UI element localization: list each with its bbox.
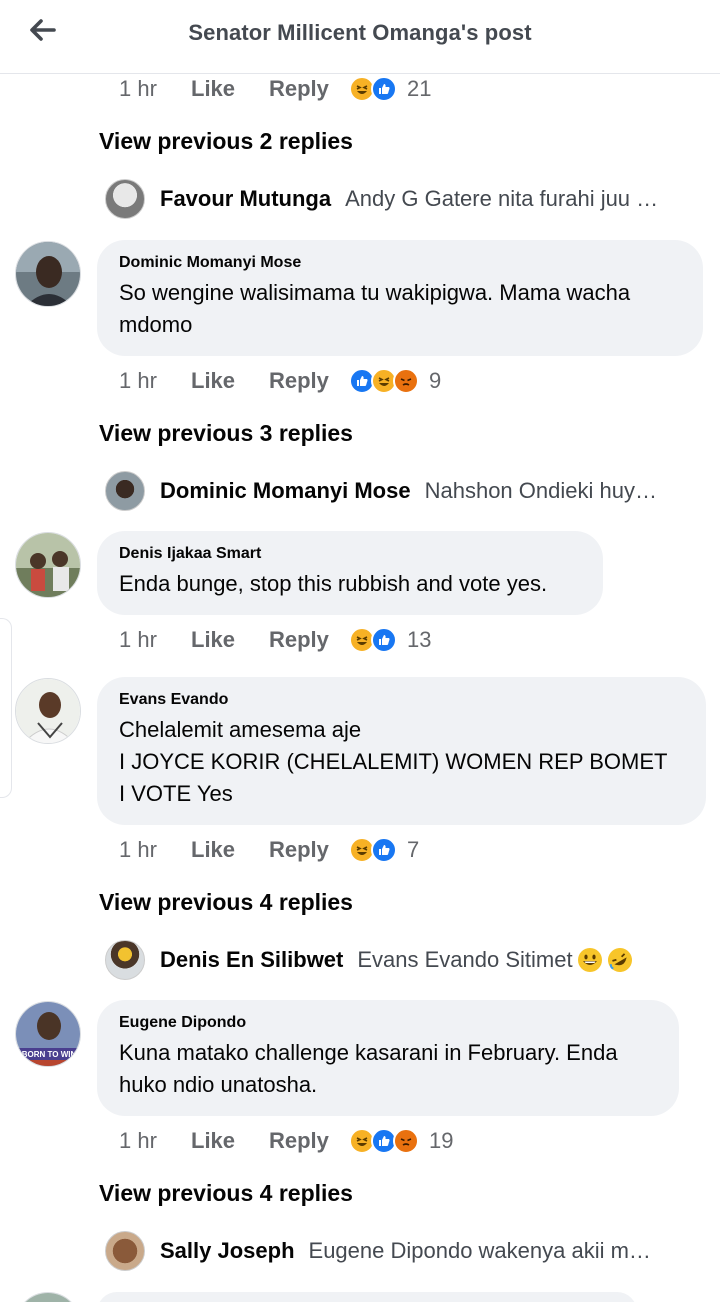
grinning-emoji-icon xyxy=(577,947,603,973)
comment-author[interactable]: Evans Evando xyxy=(119,691,684,709)
comment-bubble: Evans Evando Chelalemit amesema aje I JO… xyxy=(97,677,706,825)
reply-preview[interactable]: Dominic Momanyi Mose Nahshon Ondieki huy… xyxy=(105,470,705,512)
reaction-summary[interactable] xyxy=(349,837,397,863)
like-reaction-icon xyxy=(371,627,397,653)
comment-actions: 1 hr Like Reply 21 xyxy=(119,73,431,105)
comment-author[interactable]: Eugene Dipondo xyxy=(119,1014,657,1032)
view-previous-replies-link[interactable]: View previous 4 replies xyxy=(99,889,353,916)
avatar[interactable] xyxy=(15,678,81,744)
reply-author: Dominic Momanyi Mose xyxy=(160,478,411,503)
rofl-emoji-icon xyxy=(607,947,633,973)
reply-button[interactable]: Reply xyxy=(269,76,351,102)
comment-actions: 1 hr Like Reply 9 xyxy=(119,365,441,397)
like-button[interactable]: Like xyxy=(191,368,269,394)
reaction-summary[interactable] xyxy=(349,368,419,394)
avatar xyxy=(105,471,145,511)
comment-author[interactable]: Dominic Momanyi Mose xyxy=(119,254,681,272)
reply-author: Favour Mutunga xyxy=(160,186,332,211)
page-title: Senator Millicent Omanga's post xyxy=(188,20,532,45)
app-header: Senator Millicent Omanga's post xyxy=(0,0,720,74)
like-button[interactable]: Like xyxy=(191,837,269,863)
reaction-count: 13 xyxy=(407,627,432,652)
comment-time: 1 hr xyxy=(119,368,157,393)
comment-actions: 1 hr Like Reply 19 xyxy=(119,1125,453,1157)
view-previous-replies-link[interactable]: View previous 3 replies xyxy=(99,420,353,447)
comment-time: 1 hr xyxy=(119,627,157,652)
reply-author: Sally Joseph xyxy=(160,1238,295,1263)
like-reaction-icon xyxy=(371,837,397,863)
avatar[interactable]: BORN TO WIN xyxy=(15,1001,81,1067)
reply-button[interactable]: Reply xyxy=(269,368,351,394)
reaction-count: 9 xyxy=(429,368,442,393)
reaction-count: 19 xyxy=(429,1128,454,1153)
side-drawer-handle[interactable] xyxy=(0,618,12,798)
like-button[interactable]: Like xyxy=(191,76,269,102)
angry-reaction-icon xyxy=(393,1128,419,1154)
reply-text: Andy G Gatere nita furahi juu … xyxy=(345,186,659,211)
comment-bubble: Dominic Momanyi Mose So wengine walisima… xyxy=(97,240,703,356)
comment-time: 1 hr xyxy=(119,837,157,862)
reaction-count: 7 xyxy=(407,837,420,862)
like-reaction-icon xyxy=(371,76,397,102)
view-previous-replies-link[interactable]: View previous 4 replies xyxy=(99,1180,353,1207)
avatar-banner-text: BORN TO WIN xyxy=(22,1050,77,1059)
comment-text: So wengine walisimama tu wakipigwa. Mama… xyxy=(119,280,631,337)
reaction-count: 21 xyxy=(407,76,432,101)
reply-preview[interactable]: Sally Joseph Eugene Dipondo wakenya akii… xyxy=(105,1230,705,1272)
avatar xyxy=(105,940,145,980)
reaction-summary[interactable] xyxy=(349,1128,419,1154)
comment-author[interactable]: Denis Ijakaa Smart xyxy=(119,545,581,563)
reply-text: Nahshon Ondieki huy… xyxy=(424,478,657,503)
reply-author: Denis En Silibwet xyxy=(160,947,344,972)
reply-button[interactable]: Reply xyxy=(269,1128,351,1154)
reaction-summary[interactable] xyxy=(349,627,397,653)
comment-bubble: Eugene Dipondo Kuna matako challenge kas… xyxy=(97,1000,679,1116)
reply-preview[interactable]: Denis En Silibwet Evans Evando Sitimet xyxy=(105,939,705,981)
comment-text: Chelalemit amesema aje I JOYCE KORIR (CH… xyxy=(119,717,668,806)
reply-button[interactable]: Reply xyxy=(269,627,351,653)
comment-time: 1 hr xyxy=(119,76,157,101)
reply-text: Eugene Dipondo wakenya akii m… xyxy=(308,1238,651,1263)
reply-button[interactable]: Reply xyxy=(269,837,351,863)
comment-text: Enda bunge, stop this rubbish and vote y… xyxy=(119,571,548,596)
view-previous-replies-link[interactable]: View previous 2 replies xyxy=(99,128,353,155)
comment-actions: 1 hr Like Reply 7 xyxy=(119,834,419,866)
reaction-summary[interactable] xyxy=(349,76,397,102)
like-button[interactable]: Like xyxy=(191,1128,269,1154)
avatar xyxy=(105,1231,145,1271)
reply-preview[interactable]: Favour Mutunga Andy G Gatere nita furahi… xyxy=(105,178,705,220)
reply-text: Evans Evando Sitimet xyxy=(357,947,573,972)
avatar[interactable] xyxy=(15,532,81,598)
comment-time: 1 hr xyxy=(119,1128,157,1153)
avatar xyxy=(105,179,145,219)
avatar[interactable] xyxy=(15,1292,81,1302)
angry-reaction-icon xyxy=(393,368,419,394)
like-button[interactable]: Like xyxy=(191,627,269,653)
comment-text: Kuna matako challenge kasarani in Februa… xyxy=(119,1040,618,1097)
comment-bubble: Denis Ijakaa Smart Enda bunge, stop this… xyxy=(97,531,603,615)
comment-bubble xyxy=(97,1292,637,1302)
comment-actions: 1 hr Like Reply 13 xyxy=(119,624,431,656)
avatar[interactable] xyxy=(15,241,81,307)
